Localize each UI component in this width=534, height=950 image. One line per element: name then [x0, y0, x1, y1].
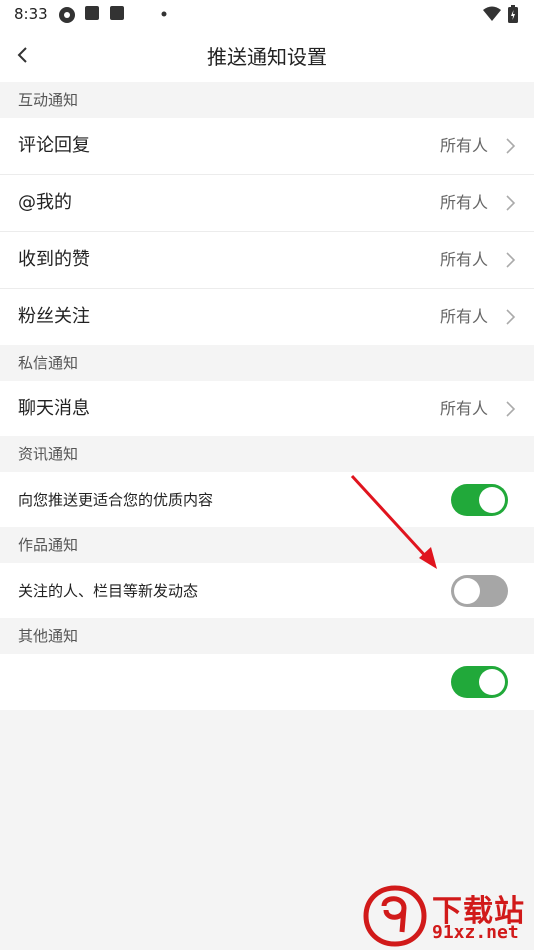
watermark-logo-icon [363, 885, 427, 947]
row-following-updates: 关注的人、栏目等新发动态 [0, 563, 534, 619]
square-notification-icon [85, 6, 99, 20]
row-value: 所有人 [439, 399, 488, 418]
row-followers[interactable]: 粉丝关注 所有人 [0, 289, 534, 345]
chevron-right-icon [506, 401, 516, 417]
chevron-right-icon [506, 138, 516, 154]
header: 推送通知设置 [0, 28, 534, 82]
chevron-right-icon [506, 195, 516, 211]
chevron-right-icon [506, 252, 516, 268]
row-value: 所有人 [439, 136, 488, 155]
section-header-other: 其他通知 [0, 618, 534, 654]
row-label: @我的 [18, 192, 72, 213]
section-header-private-message: 私信通知 [0, 345, 534, 381]
row-label: 粉丝关注 [18, 306, 90, 327]
battery-icon [508, 5, 518, 23]
toggle-knob [454, 578, 480, 604]
wifi-icon [483, 6, 501, 21]
status-bar: 8:33 [0, 0, 534, 28]
section-header-news: 资讯通知 [0, 436, 534, 472]
row-mentions[interactable]: @我的 所有人 [0, 175, 534, 231]
row-label: 收到的赞 [18, 249, 90, 270]
row-value: 所有人 [439, 193, 488, 212]
watermark: 下载站 91xz.net [360, 882, 534, 950]
row-chat-messages[interactable]: 聊天消息 所有人 [0, 381, 534, 437]
row-comment-reply[interactable]: 评论回复 所有人 [0, 118, 534, 174]
section-header-works: 作品通知 [0, 527, 534, 563]
other-notification-toggle[interactable] [451, 666, 508, 698]
watermark-url: 91xz.net [432, 922, 519, 943]
row-label: 关注的人、栏目等新发动态 [18, 582, 199, 600]
section-header-interaction: 互动通知 [0, 82, 534, 118]
following-updates-toggle[interactable] [451, 575, 508, 607]
row-recommended-content: 向您推送更适合您的优质内容 [0, 472, 534, 528]
row-value: 所有人 [439, 250, 488, 269]
toggle-knob [479, 669, 505, 695]
square-notification-icon-2 [110, 6, 124, 20]
row-label: 向您推送更适合您的优质内容 [18, 491, 214, 509]
toggle-knob [479, 487, 505, 513]
app-notification-icon [59, 7, 75, 23]
row-label: 评论回复 [18, 135, 90, 156]
recommended-content-toggle[interactable] [451, 484, 508, 516]
row-value: 所有人 [439, 307, 488, 326]
status-time: 8:33 [14, 5, 48, 23]
chevron-right-icon [506, 309, 516, 325]
row-other-notification [0, 654, 534, 710]
dot-icon [161, 11, 167, 17]
row-label: 聊天消息 [18, 398, 90, 419]
page-title: 推送通知设置 [207, 45, 327, 69]
row-likes[interactable]: 收到的赞 所有人 [0, 232, 534, 288]
